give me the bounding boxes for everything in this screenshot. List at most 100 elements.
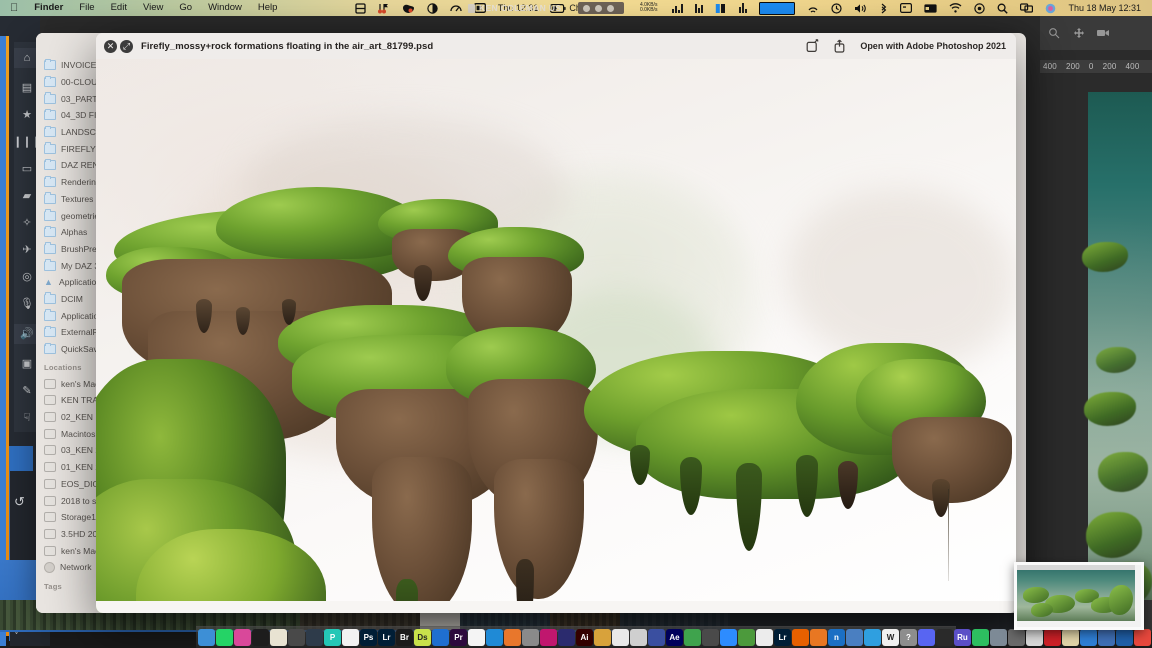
volume-icon[interactable] [848, 3, 873, 14]
window-switch-icon[interactable] [1014, 3, 1039, 13]
menu-item-go[interactable]: Go [171, 0, 200, 16]
preview-titlebar[interactable]: ✕ ⤢ Firefly_mossy+rock formations floati… [96, 33, 1016, 60]
dock-item-affinity-photo[interactable] [486, 629, 503, 646]
zoom-icon[interactable] [1048, 27, 1062, 39]
dock-item-calendar[interactable] [684, 629, 701, 646]
monitor-icon[interactable]: ▰ [20, 189, 35, 203]
traffic-lights-icon[interactable] [578, 2, 624, 14]
hand-icon[interactable]: ☟ [20, 411, 35, 425]
dock-item-acrobat[interactable] [1044, 629, 1061, 646]
dock-item-photo-app-2[interactable] [1098, 629, 1115, 646]
dock-item-iphone-mirror[interactable] [936, 629, 953, 646]
dock-item-mixer[interactable] [702, 629, 719, 646]
menu-item-file[interactable]: File [71, 0, 102, 16]
dock-item-blue-app-2[interactable] [1116, 629, 1133, 646]
menu-item-help[interactable]: Help [250, 0, 286, 16]
dock-item-skylum[interactable] [522, 629, 539, 646]
card-icon[interactable] [918, 3, 943, 13]
dock-item-runner-app[interactable] [468, 629, 485, 646]
close-icon[interactable]: ✕ [104, 39, 117, 53]
calendar-icon[interactable] [349, 2, 372, 14]
dock-item-camera-raw[interactable] [288, 629, 305, 646]
menu-item-view[interactable]: View [135, 0, 171, 16]
dock-item-cinema4d[interactable] [540, 629, 557, 646]
dock-item-after-effects[interactable]: Ae [666, 629, 683, 646]
bluetooth-icon[interactable] [873, 3, 894, 14]
dock-item-files[interactable] [1062, 629, 1079, 646]
dock-item-music[interactable] [1134, 629, 1151, 646]
move-icon[interactable] [1072, 27, 1086, 39]
dock-item-procreate[interactable]: P [324, 629, 341, 646]
dock-item-teamviewer[interactable] [846, 629, 863, 646]
timemachine-icon[interactable] [825, 2, 848, 14]
dock-item-lightroom-classic[interactable] [342, 629, 359, 646]
dock-item-luminar[interactable] [504, 629, 521, 646]
dock-item-help[interactable]: ? [900, 629, 917, 646]
equalizer-icon[interactable] [689, 3, 709, 13]
bars-icon[interactable] [733, 3, 753, 13]
dock-item-evernote[interactable] [972, 629, 989, 646]
dock-item-premiere[interactable]: Pr [450, 629, 467, 646]
pen-icon[interactable]: ✎ [20, 384, 35, 398]
mic-icon[interactable]: 🎙 [20, 297, 35, 311]
dock-item-whatsapp[interactable] [216, 629, 233, 646]
network-graph-icon[interactable] [666, 3, 689, 13]
undo-icon[interactable]: ↺ [14, 494, 25, 510]
dock-item-vlc[interactable] [810, 629, 827, 646]
dock-item-photoshop[interactable]: Ps [360, 629, 377, 646]
dock-item-lightroom[interactable]: Lr [378, 629, 395, 646]
browser-tab[interactable]: KEN COLEMAN US [468, 0, 561, 16]
wifi-icon[interactable] [943, 3, 968, 13]
dock-item-blue-app[interactable] [1080, 629, 1097, 646]
dock-item-daz-studio[interactable] [558, 629, 575, 646]
speech-icon[interactable]: ▣ [20, 357, 35, 371]
menu-clock-full[interactable]: Thu 18 May 12:31 [1062, 0, 1147, 16]
battery-blue-icon[interactable] [709, 3, 733, 14]
open-with-photoshop-button[interactable]: Open with Adobe Photoshop 2021 [860, 41, 1006, 51]
media-icon[interactable]: ▤ [20, 81, 35, 95]
dock-item-chrome[interactable] [612, 629, 629, 646]
speedometer-icon[interactable] [444, 3, 468, 14]
exit-fullscreen-icon[interactable]: ⤢ [120, 39, 133, 53]
star-icon[interactable]: ★ [20, 108, 35, 122]
dock-item-photos[interactable] [1026, 629, 1043, 646]
search-icon[interactable] [991, 3, 1014, 14]
target-icon[interactable]: ◎ [20, 270, 35, 284]
dock-item-safari[interactable] [864, 629, 881, 646]
dock[interactable]: PPsLrBrDsPrAiAeLrnW?Ru? [196, 626, 1151, 648]
card-icon[interactable]: ▭ [20, 162, 35, 176]
dock-item-lightroom-cc[interactable]: Lr [774, 629, 791, 646]
share-icon[interactable] [833, 39, 846, 53]
library-icon[interactable]: ❙❙❙ [13, 135, 41, 149]
video-icon[interactable] [1096, 27, 1110, 39]
plane-icon[interactable]: ✈ [20, 243, 35, 257]
dock-item-media-encoder[interactable] [648, 629, 665, 646]
airplay-icon[interactable] [801, 3, 825, 14]
screen-icon[interactable] [894, 3, 918, 13]
apple-logo-icon[interactable]:  [6, 0, 26, 16]
photoshop-toolbar[interactable] [1040, 16, 1152, 50]
tasks-icon[interactable] [372, 3, 396, 14]
quicklook-preview-window[interactable]: ✕ ⤢ Firefly_mossy+rock formations floati… [96, 33, 1016, 613]
battery-blue-large-icon[interactable] [753, 1, 801, 15]
dock-item-gear-app[interactable] [630, 629, 647, 646]
dock-item-paintbrush[interactable] [594, 629, 611, 646]
dock-item-bridge[interactable]: Br [396, 629, 413, 646]
dock-item-capture-one[interactable] [432, 629, 449, 646]
dock-item-dimension[interactable]: Ds [414, 629, 431, 646]
dock-item-luminar-neo[interactable] [1008, 629, 1025, 646]
dock-item-word[interactable]: W [882, 629, 899, 646]
dock-item-notion[interactable]: n [828, 629, 845, 646]
menu-item-edit[interactable]: Edit [103, 0, 135, 16]
shield-icon[interactable] [396, 3, 421, 14]
desktop-thumbnail-preview[interactable] [1014, 562, 1144, 630]
preview-actions[interactable]: Open with Adobe Photoshop 2021 [806, 39, 1016, 53]
menu-bar-left[interactable]:  Finder File Edit View Go Window Help [0, 0, 285, 16]
contrast-icon[interactable] [421, 2, 444, 14]
dock-item-desktop-app[interactable] [990, 629, 1007, 646]
dock-item-zoom[interactable] [720, 629, 737, 646]
menu-item-finder[interactable]: Finder [26, 0, 71, 16]
menu-bar[interactable]:  Finder File Edit View Go Window Help [0, 0, 1152, 16]
control-center-icon[interactable] [968, 2, 991, 14]
dock-item-notes[interactable] [270, 629, 287, 646]
